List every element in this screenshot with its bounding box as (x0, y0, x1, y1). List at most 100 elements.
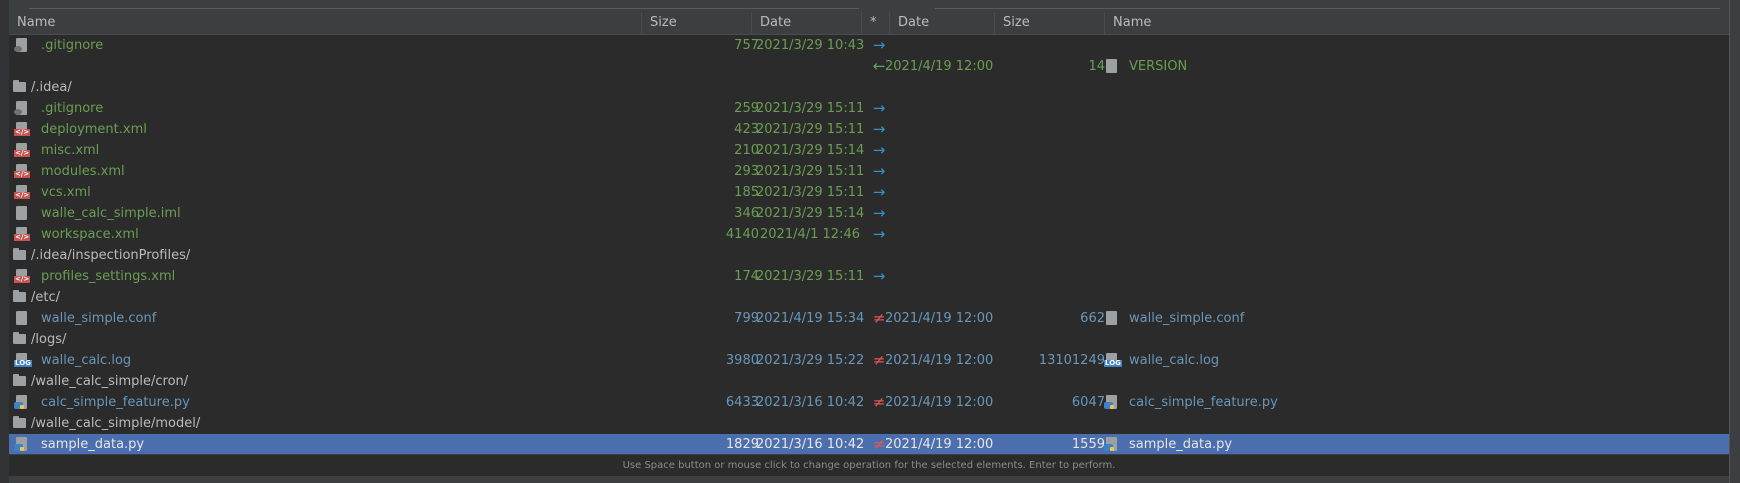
right-file-size: 14 (1088, 59, 1105, 74)
folder-icon (13, 248, 26, 260)
file-comparison-table: .gitignore 757 2021/3/29 10:43 → ← 2021/4/19 … (9, 35, 1729, 455)
file-row[interactable]: </> workspace.xml 4140 2021/4/1 12:46 → (9, 224, 1729, 245)
py-file-icon (14, 395, 27, 409)
directory-row[interactable]: /walle_calc_simple/model/ (9, 413, 1729, 434)
header-date-right[interactable]: Date (889, 12, 994, 34)
left-file-date: 2021/3/29 15:14 (756, 206, 865, 221)
file-row[interactable]: </> vcs.xml 185 2021/3/29 15:11 → (9, 182, 1729, 203)
right-file-size (999, 203, 1105, 224)
header-name-right[interactable]: Name (1104, 12, 1729, 34)
py-badge-icon (1104, 402, 1114, 409)
header-date-left[interactable]: Date (751, 12, 861, 34)
gear-file-icon (14, 101, 27, 115)
left-file-size: 757 (734, 38, 759, 53)
file-row[interactable]: </> misc.xml 210 2021/3/29 15:14 → (9, 140, 1729, 161)
py-file-icon (1104, 395, 1117, 409)
right-file-date (885, 35, 995, 56)
left-file-name: workspace.xml (41, 227, 139, 242)
left-file-date (756, 56, 860, 77)
file-row[interactable]: sample_data.py 1829 2021/3/16 10:42 ≠ 2021/4… (9, 434, 1729, 455)
header-name-left[interactable]: Name (9, 12, 641, 34)
py-file-icon (14, 437, 27, 451)
left-path-field[interactable] (29, 2, 859, 9)
left-file-date: 2021/3/16 10:42 (756, 437, 865, 452)
right-file-name: sample_data.py (1129, 437, 1233, 452)
left-panel-edge (0, 0, 9, 483)
xml-badge-icon: </> (14, 191, 31, 199)
left-file-date: 2021/3/29 15:11 (756, 185, 865, 200)
right-file-name: walle_simple.conf (1129, 311, 1245, 326)
directory-row[interactable]: /.idea/ (9, 77, 1729, 98)
right-file-size (999, 140, 1105, 161)
right-file-date: 2021/4/19 12:00 (885, 59, 994, 74)
left-file-size: 346 (734, 206, 759, 221)
left-file-size: 293 (734, 164, 759, 179)
file-row[interactable]: .gitignore 757 2021/3/29 10:43 → (9, 35, 1729, 56)
left-file-name: modules.xml (41, 164, 125, 179)
file-row[interactable]: walle_simple.conf 799 2021/4/19 15:34 ≠ 2021… (9, 308, 1729, 329)
right-file-date: 2021/4/19 12:00 (885, 395, 994, 410)
file-row[interactable]: </> profiles_settings.xml 174 2021/3/29 15:… (9, 266, 1729, 287)
folder-icon (13, 332, 26, 344)
right-file-name: walle_calc.log (1129, 353, 1220, 368)
text-file-icon (1106, 59, 1117, 73)
folder-icon (13, 80, 26, 92)
left-file-date: 2021/4/1 12:46 (760, 227, 860, 242)
left-file-name: deployment.xml (41, 122, 147, 137)
left-file-date: 2021/3/16 10:42 (756, 395, 865, 410)
right-file-size (999, 35, 1105, 56)
right-file-date: 2021/4/19 12:00 (885, 311, 994, 326)
directory-name: /walle_calc_simple/cron/ (31, 374, 189, 389)
xml-file-icon: </> (14, 185, 31, 199)
left-file-date: 2021/3/29 15:14 (756, 143, 865, 158)
file-row[interactable]: </> deployment.xml 423 2021/3/29 15:11 → (9, 119, 1729, 140)
right-file-size (999, 266, 1105, 287)
right-file-name: calc_simple_feature.py (1129, 395, 1278, 410)
left-file-name: profiles_settings.xml (41, 269, 176, 284)
xml-badge-icon: </> (14, 149, 31, 157)
left-file-name: vcs.xml (41, 185, 91, 200)
xml-file-icon: </> (14, 164, 31, 178)
file-row[interactable]: LOG LOG walle_calc.log 3980 2021/3/29 15:22 ≠… (9, 350, 1729, 371)
left-file-date: 2021/4/19 15:34 (756, 311, 865, 326)
file-row[interactable]: .gitignore 259 2021/3/29 15:11 → (9, 98, 1729, 119)
gear-badge-icon (14, 46, 22, 52)
left-file-date: 2021/3/29 15:11 (756, 122, 865, 137)
gear-file-icon (14, 38, 27, 52)
right-file-date (885, 203, 995, 224)
right-path-field[interactable] (935, 2, 1720, 9)
sync-directories-dialog: Name Size Date * Date Size Name .gitigno… (9, 0, 1730, 483)
file-row[interactable]: calc_simple_feature.py 6433 2021/3/16 10:4… (9, 392, 1729, 413)
hint-text: Use Space button or mouse click to chang… (9, 454, 1729, 477)
py-badge-icon (1104, 444, 1114, 451)
right-file-size: 662 (1080, 311, 1105, 326)
directory-row[interactable]: /logs/ (9, 329, 1729, 350)
header-size-left[interactable]: Size (641, 12, 751, 34)
directory-row[interactable]: /etc/ (9, 287, 1729, 308)
xml-badge-icon: </> (14, 275, 31, 283)
gear-badge-icon (14, 109, 22, 115)
file-row[interactable]: </> modules.xml 293 2021/3/29 15:11 → (9, 161, 1729, 182)
left-file-size: 210 (734, 143, 759, 158)
left-file-name: .gitignore (41, 101, 104, 116)
file-row[interactable]: ← 2021/4/19 12:00 14 VERSION (9, 56, 1729, 77)
right-file-date (885, 119, 995, 140)
py-badge-icon (14, 444, 24, 451)
header-size-right[interactable]: Size (994, 12, 1104, 34)
left-file-date: 2021/3/29 10:43 (756, 38, 865, 53)
directory-row[interactable]: /.idea/inspectionProfiles/ (9, 245, 1729, 266)
xml-file-icon: </> (14, 227, 31, 241)
directory-row[interactable]: /walle_calc_simple/cron/ (9, 371, 1729, 392)
file-row[interactable]: walle_calc_simple.iml 346 2021/3/29 15:14 → (9, 203, 1729, 224)
left-file-date: 2021/3/29 15:11 (756, 164, 865, 179)
right-file-date: 2021/4/19 12:00 (885, 353, 994, 368)
folder-icon (13, 416, 26, 428)
left-file-name: misc.xml (41, 143, 100, 158)
left-file-date: 2021/3/29 15:11 (756, 269, 865, 284)
right-file-size (999, 98, 1105, 119)
right-file-size: 6047 (1071, 395, 1105, 410)
log-badge-icon: LOG (1104, 359, 1122, 367)
header-operation[interactable]: * (861, 12, 889, 34)
left-file-size: 799 (734, 311, 759, 326)
right-file-size: 1559 (1071, 437, 1105, 452)
